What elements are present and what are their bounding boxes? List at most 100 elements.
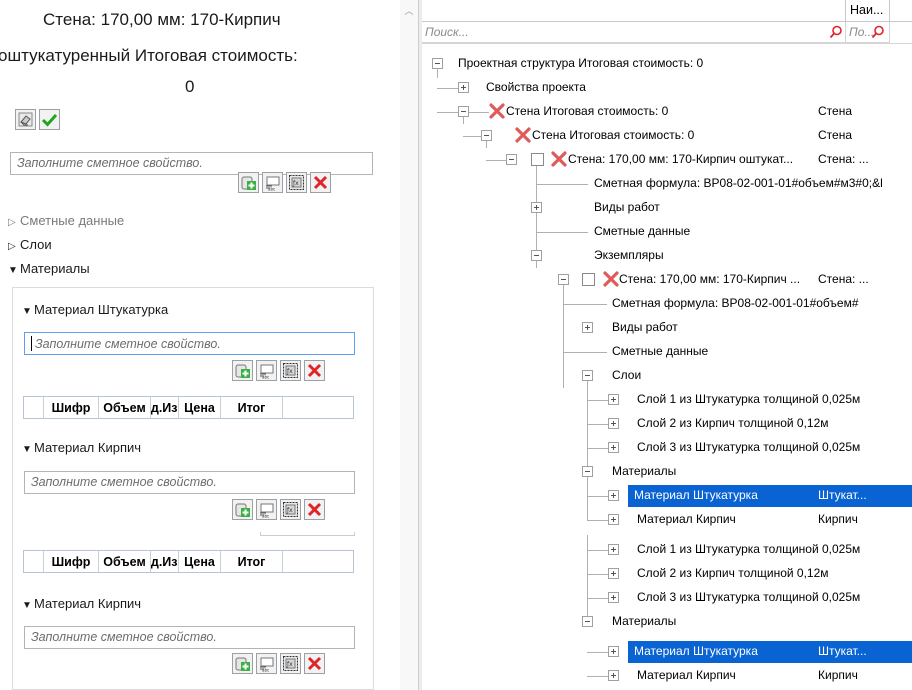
section-estimate-data[interactable]: ▷ Сметные данные [8,213,124,228]
expand-icon[interactable] [608,442,619,453]
tree-node[interactable]: Слой 2 из Кирпич толщиной 0,12м [422,562,912,586]
scroll-up-icon[interactable]: ︿ [403,4,415,16]
expand-icon[interactable] [582,322,593,333]
column-header-tree[interactable] [422,0,845,22]
tree-node[interactable]: Слои [422,364,912,388]
add-button[interactable] [232,653,253,674]
expand-icon[interactable] [608,418,619,429]
rename-button[interactable]: abc [256,499,277,520]
grid-row-header [24,397,44,418]
expand-icon[interactable] [608,592,619,603]
section-materials[interactable]: ▼ Материалы [8,261,90,276]
material-property-input[interactable]: Заполните сметное свойство. [24,626,355,649]
collapse-icon[interactable] [481,130,492,141]
delete-button[interactable] [304,360,325,381]
delete-button[interactable] [310,172,331,193]
col-code[interactable]: Шифр [44,397,99,418]
expand-icon[interactable] [608,490,619,501]
tree-node[interactable]: Виды работ [422,196,912,220]
tree-node[interactable]: Слой 1 из Штукатурка толщиной 0,025м [422,388,912,412]
rename-button[interactable]: abc [262,172,283,193]
section-layers[interactable]: ▷ Слои [8,237,52,252]
tree-node[interactable]: Материал Штукатурка Штукат... [422,484,912,508]
col-total[interactable]: Итог [221,551,283,572]
search-icon[interactable] [829,25,843,39]
delete-button[interactable] [304,653,325,674]
rename-button[interactable]: abc [256,653,277,674]
expand-icon[interactable] [608,514,619,525]
expand-icon[interactable] [531,202,542,213]
tree-node[interactable]: Материалы [422,610,912,634]
tree-node[interactable]: Стена Итоговая стоимость: 0 Стена [422,100,912,124]
collapse-icon[interactable] [432,58,443,69]
material-property-input[interactable]: Заполните сметное свойство. [24,471,355,494]
collapse-icon[interactable] [558,274,569,285]
tree-node[interactable]: Сметные данные [422,220,912,244]
expand-icon[interactable] [608,394,619,405]
tree-node[interactable]: Материал Кирпич Кирпич [422,508,912,532]
tree-node[interactable]: Стена: 170,00 мм: 170-Кирпич оштукат... С… [422,148,912,172]
search-icon[interactable] [871,25,885,39]
add-button[interactable] [238,172,259,193]
tree-node[interactable]: Материалы [422,460,912,484]
col-total[interactable]: Итог [221,397,283,418]
col-code[interactable]: Шифр [44,551,99,572]
tree-node[interactable]: Виды работ [422,316,912,340]
tree-node[interactable]: Экземпляры [422,244,912,268]
tree-node[interactable]: Слой 2 из Кирпич толщиной 0,12м [422,412,912,436]
tree-node[interactable]: Слой 1 из Штукатурка толщиной 0,025м [422,538,912,562]
col-volume[interactable]: Объем [99,397,151,418]
collapse-icon[interactable] [582,616,593,627]
tree-node[interactable]: Свойства проекта [422,76,912,100]
tree-node[interactable]: Стена Итоговая стоимость: 0 Стена [422,124,912,148]
tree-node[interactable]: Сметная формула: ВР08-02-001-01#объем#м3… [422,172,912,196]
collapse-icon[interactable] [458,106,469,117]
node-checkbox[interactable] [582,273,595,286]
formula-button[interactable]: ƒx [280,653,301,674]
tree-node-label: Стена: 170,00 мм: 170-Кирпич ... [619,272,801,286]
formula-button[interactable]: ƒx [280,360,301,381]
rename-button[interactable]: abc [256,360,277,381]
tree-node[interactable]: Сметные данные [422,340,912,364]
col-unit[interactable]: Ед.Изм [151,397,179,418]
tree-node[interactable]: Материал Кирпич Кирпич [422,664,912,688]
node-checkbox[interactable] [531,153,544,166]
material-property-input[interactable]: Заполните сметное свойство. [24,332,355,355]
collapse-icon[interactable] [506,154,517,165]
formula-button[interactable]: ƒx [280,499,301,520]
left-scrollbar[interactable]: ︿ [400,0,418,690]
tree-node[interactable]: Сметная формула: ВР08-02-001-01#объем# [422,292,912,316]
material-header[interactable]: ▼ Материал Кирпич [22,440,141,455]
col-price[interactable]: Цена [179,397,221,418]
tree-node[interactable]: Стена: 170,00 мм: 170-Кирпич ... Стена: .… [422,268,912,292]
expand-icon[interactable] [608,568,619,579]
expand-icon[interactable] [608,646,619,657]
formula-button[interactable]: ƒx [286,172,307,193]
expand-icon[interactable] [608,670,619,681]
svg-text:abc: abc [268,187,275,192]
material-header[interactable]: ▼ Материал Кирпич [22,596,141,611]
collapse-icon[interactable] [582,466,593,477]
tree-node-label: Слои [612,368,642,382]
material-header[interactable]: ▼ Материал Штукатурка [22,302,168,317]
col-volume[interactable]: Объем [99,551,151,572]
col-unit[interactable]: Ед.Изм [151,551,179,572]
tree-node-label: Материалы [612,614,677,628]
column-header-extra[interactable] [889,0,912,22]
collapse-icon[interactable] [531,250,542,261]
apply-button[interactable] [39,109,60,130]
expand-icon[interactable] [608,544,619,555]
tree-node[interactable]: Проектная структура Итоговая стоимость: … [422,52,912,76]
tree-node[interactable]: Материал Штукатурка Штукат... [422,640,912,664]
add-button[interactable] [232,499,253,520]
add-button[interactable] [232,360,253,381]
tree-node[interactable]: Слой 3 из Штукатурка толщиной 0,025м [422,586,912,610]
tree-search-input[interactable]: Поиск... [422,22,846,43]
column-header-name[interactable]: Наи... [845,0,889,22]
collapse-icon[interactable] [582,370,593,381]
tree-node[interactable]: Слой 3 из Штукатурка толщиной 0,025м [422,436,912,460]
col-price[interactable]: Цена [179,551,221,572]
clear-button[interactable] [15,109,36,130]
delete-button[interactable] [304,499,325,520]
expand-icon[interactable] [458,82,469,93]
